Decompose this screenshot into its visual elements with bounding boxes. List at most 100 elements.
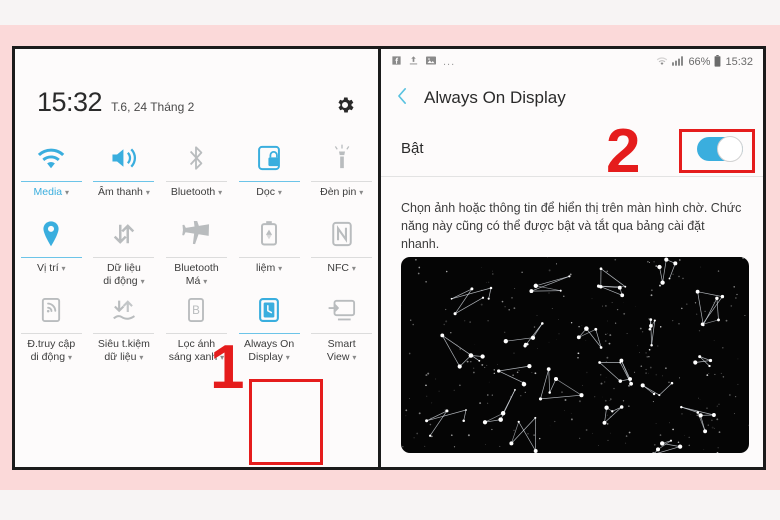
tile-underline: [238, 257, 300, 258]
annotation-number-1: 1: [210, 333, 245, 402]
quick-settings-tile[interactable]: NFC ▾: [305, 213, 378, 289]
status-bar-overflow: ...: [443, 56, 456, 68]
tile-label: Siêu t.kiệm dữ liệu ▾: [97, 338, 150, 363]
tile-label: Media ▾: [33, 186, 70, 198]
tile-label: NFC ▾: [327, 262, 356, 274]
quick-settings-tile[interactable]: Vị trí ▾: [15, 213, 88, 289]
tile-underline: [93, 181, 155, 182]
quick-settings-tile[interactable]: Siêu t.kiệm dữ liệu ▾: [88, 289, 161, 365]
app-bar: Always On Display: [381, 75, 763, 121]
tile-underline: [165, 181, 227, 182]
chevron-down-icon[interactable]: ▾: [352, 353, 356, 362]
tile-underline: [238, 181, 300, 182]
quick-settings-tile[interactable]: Bluetooth Má ▾: [160, 213, 233, 289]
tile-label: Smart View ▾: [326, 338, 357, 363]
battery-saver-icon[interactable]: [258, 213, 280, 255]
quick-settings-tile[interactable]: Âm thanh ▾: [88, 137, 161, 213]
tile-label: Always On Display ▾: [243, 338, 295, 363]
quick-settings-tile[interactable]: Media ▾: [15, 137, 88, 213]
battery-icon: [714, 54, 721, 70]
upload-icon: [408, 55, 419, 69]
tile-underline: [93, 257, 155, 258]
chevron-down-icon[interactable]: ▾: [218, 188, 222, 197]
volume-icon[interactable]: [109, 137, 139, 179]
always-on-display-settings-panel: ... 66% 15:32 Always On Display Bật 2 Ch…: [378, 46, 766, 470]
chevron-down-icon[interactable]: ▾: [278, 188, 282, 197]
chevron-down-icon[interactable]: ▾: [278, 264, 282, 273]
blue-light-filter-icon[interactable]: B: [185, 289, 207, 331]
screenshot-root: 15:32 T.6, 24 Tháng 2 Media ▾ Âm thanh ▾…: [0, 0, 780, 520]
gear-icon[interactable]: [334, 94, 356, 116]
quick-settings-grid: Media ▾ Âm thanh ▾ Bluetooth ▾ Dọc ▾ Đèn…: [15, 137, 378, 365]
quick-settings-tile[interactable]: Dữ liệu di động ▾: [88, 213, 161, 289]
airplane-icon[interactable]: [181, 213, 211, 255]
tile-underline: [311, 333, 373, 334]
svg-text:B: B: [193, 304, 201, 317]
tile-label: Đèn pin ▾: [320, 186, 364, 198]
quick-settings-row: Đ.truy cập di động ▾ Siêu t.kiệm dữ liệu ▾…: [15, 289, 378, 365]
smart-view-icon[interactable]: [327, 289, 357, 331]
quick-settings-row: Vị trí ▾ Dữ liệu di động ▾ Bluetooth Má ▾ …: [15, 213, 378, 289]
chevron-down-icon[interactable]: ▾: [62, 264, 66, 273]
wallpaper-preview-container[interactable]: [401, 257, 749, 453]
chevron-down-icon[interactable]: ▾: [352, 264, 356, 273]
signal-bars-icon: [672, 55, 684, 69]
highlight-box-always-on-display: [249, 379, 323, 465]
quick-settings-tile[interactable]: Bluetooth ▾: [160, 137, 233, 213]
tile-label: Dữ liệu di động ▾: [103, 262, 145, 287]
status-bar-system-icons: 66% 15:32: [656, 54, 753, 70]
tile-underline: [20, 181, 82, 182]
wifi-icon[interactable]: [36, 137, 66, 179]
highlight-box-toggle: [679, 129, 755, 173]
quick-settings-tile[interactable]: liệm ▾: [233, 213, 306, 289]
image-icon: [425, 55, 437, 69]
chevron-down-icon[interactable]: ▾: [139, 353, 143, 362]
toggle-label: Bật: [401, 140, 424, 157]
data-saver-icon[interactable]: [110, 289, 138, 331]
clock-date: T.6, 24 Tháng 2: [111, 100, 195, 114]
chevron-down-icon[interactable]: ▾: [68, 353, 72, 362]
tile-underline: [238, 333, 300, 334]
flashlight-icon[interactable]: [332, 137, 352, 179]
back-chevron-icon[interactable]: [395, 87, 410, 110]
quick-settings-tile[interactable]: Đèn pin ▾: [305, 137, 378, 213]
chevron-down-icon[interactable]: ▾: [65, 188, 69, 197]
mobile-hotspot-icon[interactable]: [39, 289, 63, 331]
tile-label: Vị trí ▾: [37, 262, 66, 274]
page-title: Always On Display: [424, 88, 566, 107]
tile-underline: [20, 333, 82, 334]
tile-underline: [165, 257, 227, 258]
location-pin-icon[interactable]: [40, 213, 62, 255]
constellation-wallpaper-preview: [401, 257, 749, 453]
status-bar-notifications: ...: [391, 55, 455, 69]
mobile-data-icon[interactable]: [111, 213, 137, 255]
settings-description: Chọn ảnh hoặc thông tin để hiển thị trên…: [401, 201, 742, 251]
chevron-down-icon[interactable]: ▾: [141, 277, 145, 286]
quick-settings-tile[interactable]: Smart View ▾: [305, 289, 378, 365]
tile-underline: [311, 181, 373, 182]
tile-label: liệm ▾: [255, 262, 283, 274]
status-bar: ... 66% 15:32: [381, 49, 763, 75]
battery-percent: 66%: [688, 56, 711, 68]
screen-lock-rotation-icon[interactable]: [256, 137, 282, 179]
tile-label: Âm thanh ▾: [97, 186, 150, 198]
tile-label: Đ.truy cập di động ▾: [27, 338, 76, 363]
quick-settings-tile[interactable]: Dọc ▾: [233, 137, 306, 213]
chevron-down-icon[interactable]: ▾: [146, 188, 150, 197]
tile-underline: [93, 333, 155, 334]
nfc-icon[interactable]: [330, 213, 354, 255]
tile-label: Bluetooth ▾: [170, 186, 223, 198]
quick-settings-panel: 15:32 T.6, 24 Tháng 2 Media ▾ Âm thanh ▾…: [12, 46, 378, 470]
always-on-display-icon[interactable]: [256, 289, 282, 331]
status-bar-time: 15:32: [725, 56, 753, 68]
bluetooth-icon[interactable]: [184, 137, 208, 179]
wifi-icon: [656, 56, 668, 69]
chevron-down-icon[interactable]: ▾: [203, 277, 207, 286]
tile-underline: [311, 257, 373, 258]
chevron-down-icon[interactable]: ▾: [359, 188, 363, 197]
chevron-down-icon[interactable]: ▾: [286, 353, 290, 362]
tile-label: Bluetooth Má ▾: [174, 262, 219, 287]
tile-underline: [20, 257, 82, 258]
facebook-icon: [391, 55, 402, 69]
quick-settings-tile[interactable]: Đ.truy cập di động ▾: [15, 289, 88, 365]
